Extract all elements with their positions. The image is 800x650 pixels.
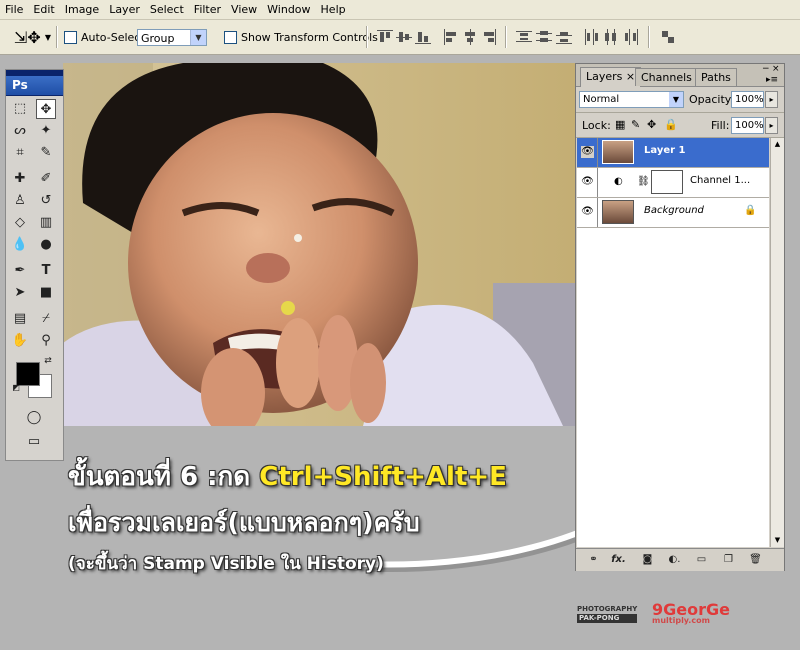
eye-icon[interactable]: 👁	[581, 146, 594, 158]
new-group-icon[interactable]: ▭	[694, 553, 709, 567]
add-mask-icon[interactable]: ◙	[640, 553, 655, 567]
opacity-input[interactable]: 100%	[731, 91, 764, 108]
blend-mode-select[interactable]: Normal ▼	[579, 91, 684, 108]
opacity-label: Opacity:	[689, 93, 735, 106]
layer-style-icon[interactable]: fx.	[611, 553, 626, 567]
step-caption-prefix: ขั้นตอนที่ 6 :กด	[68, 462, 260, 492]
step-caption-line3: (จะขึ้นว่า Stamp Visible ใน History)	[68, 554, 384, 574]
layer-thumbnail	[602, 200, 634, 224]
opacity-slider-button[interactable]: ▸	[765, 91, 778, 108]
link-layers-icon[interactable]: ⚭	[586, 553, 601, 567]
panel-menu-icon[interactable]: ▸≡	[766, 75, 778, 85]
scroll-up-icon[interactable]: ▲	[771, 138, 784, 151]
layer-thumbnail	[602, 140, 634, 164]
delete-layer-icon[interactable]: 🗑	[748, 553, 763, 567]
scroll-down-icon[interactable]: ▼	[771, 534, 784, 547]
step-caption-line2: เพื่อรวมเลเยอร์(แบบหลอกๆ)ครับ	[68, 508, 420, 537]
chevron-down-icon: ▼	[669, 92, 683, 107]
new-layer-icon[interactable]: ❐	[721, 553, 736, 567]
layer-name: Layer 1	[644, 145, 686, 156]
fill-input[interactable]: 100%	[731, 117, 764, 134]
layer-row[interactable]: 👁 Layer 1	[577, 138, 769, 168]
tab-paths[interactable]: Paths	[695, 68, 737, 86]
eye-icon[interactable]: 👁	[581, 206, 594, 218]
layer-mask-thumbnail	[651, 170, 683, 194]
link-icon[interactable]: ⛓	[637, 176, 650, 187]
adjustment-layer-icon: ◐	[614, 176, 623, 187]
layers-list-empty-area	[577, 228, 769, 547]
adjustment-layer-icon[interactable]: ◐.	[667, 553, 682, 567]
panel-tabs: Layers × Channels Paths − × ▸≡	[576, 64, 784, 87]
brand-watermark: 9GeorGe multiply.com	[652, 600, 730, 625]
tab-channels[interactable]: Channels	[635, 68, 698, 86]
lock-label: Lock:	[582, 119, 611, 132]
tab-layers[interactable]: Layers ×	[580, 67, 642, 87]
layer-name: Background	[644, 205, 704, 216]
blend-mode-value: Normal	[583, 94, 620, 105]
lock-icon: 🔒	[744, 205, 757, 216]
shortcut-keys: Ctrl+Shift+Alt+E	[259, 462, 507, 492]
fill-slider-button[interactable]: ▸	[765, 117, 778, 134]
lock-all-icon[interactable]: 🔒	[664, 118, 678, 131]
lock-image-icon[interactable]: ✎	[631, 118, 640, 131]
step-caption-line1: ขั้นตอนที่ 6 :กด Ctrl+Shift+Alt+E	[68, 456, 507, 497]
panel-minimize-icon[interactable]: −	[762, 64, 770, 74]
lock-transparent-icon[interactable]: ▦	[615, 118, 625, 131]
layer-name: Channel 1...	[690, 175, 751, 186]
layer-row[interactable]: 👁 ◐ ⛓ Channel 1...	[577, 168, 769, 198]
photographer-watermark: PHOTOGRAPHY PAK-PONG	[577, 605, 638, 623]
layers-panel-footer: ⚭ fx. ◙ ◐. ▭ ❐ 🗑	[576, 548, 784, 571]
layers-panel: Layers × Channels Paths − × ▸≡ Normal ▼ …	[575, 63, 785, 571]
panel-close-icon[interactable]: ×	[772, 64, 780, 74]
lock-position-icon[interactable]: ✥	[647, 118, 656, 131]
layers-scrollbar[interactable]: ▲ ▼	[770, 138, 784, 547]
fill-label: Fill:	[711, 119, 730, 132]
close-icon[interactable]: ×	[626, 70, 635, 83]
eye-icon[interactable]: 👁	[581, 176, 594, 188]
layer-row[interactable]: 👁 Background 🔒	[577, 198, 769, 228]
